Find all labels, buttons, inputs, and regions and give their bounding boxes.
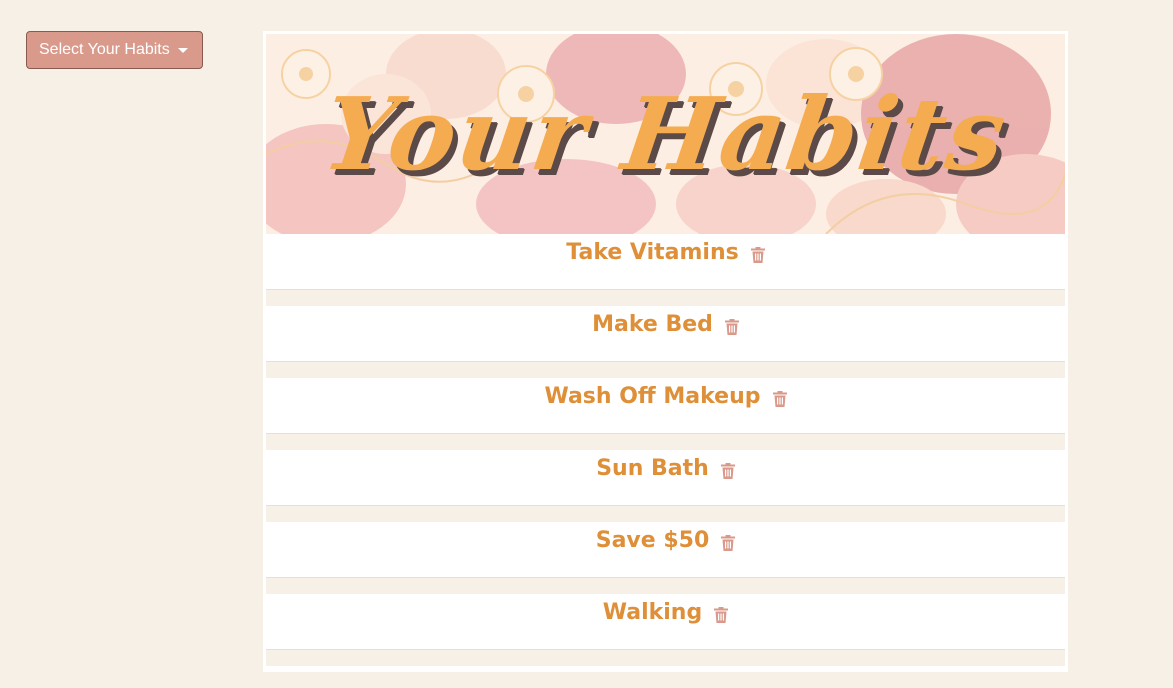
habit-name: Make Bed [592, 311, 713, 337]
banner-title: Your Habits [316, 75, 1015, 193]
habit-name: Sun Bath [596, 455, 709, 481]
select-habits-dropdown-button[interactable]: Select Your Habits [26, 31, 203, 69]
trash-icon[interactable] [724, 319, 739, 335]
habit-item-sun-bath: Sun Bath [266, 450, 1065, 506]
divider [266, 578, 1065, 594]
habit-item-wash-off-makeup: Wash Off Makeup [266, 378, 1065, 434]
caret-down-icon [177, 48, 188, 53]
trash-icon[interactable] [772, 391, 787, 407]
trash-icon[interactable] [750, 247, 765, 263]
trash-icon[interactable] [721, 535, 736, 551]
habit-name: Take Vitamins [566, 239, 739, 265]
habit-name: Walking [602, 599, 703, 625]
trash-icon[interactable] [720, 463, 735, 479]
habit-item-save-50: Save $50 [266, 522, 1065, 578]
habit-item-make-bed: Make Bed [266, 306, 1065, 362]
habits-panel: Your Habits Take Vitamins Make Bed Wash … [263, 31, 1068, 672]
habit-item-take-vitamins: Take Vitamins [266, 234, 1065, 290]
dropdown-label: Select Your Habits [39, 41, 170, 58]
habit-name: Save $50 [595, 527, 710, 553]
divider [266, 362, 1065, 378]
habit-list: Take Vitamins Make Bed Wash Off Makeup S… [266, 234, 1065, 666]
divider [266, 434, 1065, 450]
trash-icon[interactable] [714, 607, 729, 623]
banner: Your Habits [266, 34, 1065, 234]
divider [266, 290, 1065, 306]
habit-name: Wash Off Makeup [544, 383, 761, 409]
divider [266, 650, 1065, 666]
habit-item-walking: Walking [266, 594, 1065, 650]
divider [266, 506, 1065, 522]
